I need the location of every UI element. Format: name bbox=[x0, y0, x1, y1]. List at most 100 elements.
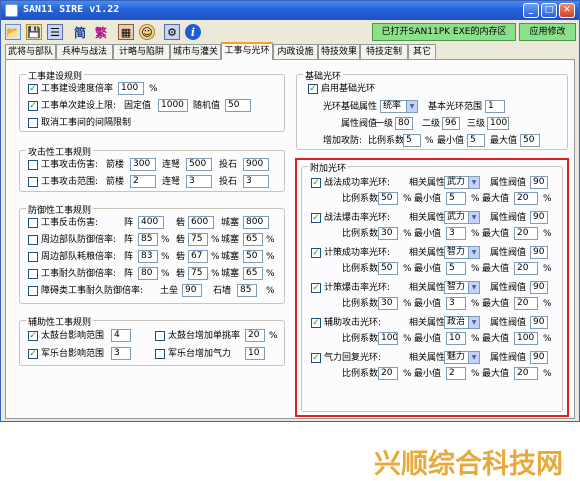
camp-input[interactable]: 400 bbox=[138, 216, 164, 229]
band-range-checkbox[interactable]: ✓ bbox=[28, 349, 38, 359]
tab-generals[interactable]: 武将与部队 bbox=[5, 44, 56, 59]
aura-attr-select[interactable]: 政治 ▼ bbox=[444, 316, 480, 329]
defense-row-checkbox[interactable] bbox=[28, 235, 38, 245]
traditional-chinese-button[interactable]: 繁 bbox=[93, 24, 109, 40]
tab-skill-custom[interactable]: 特技定制 bbox=[360, 44, 408, 59]
threshold-input[interactable]: 90 bbox=[530, 281, 548, 294]
fortress-input[interactable]: 65 bbox=[243, 267, 263, 280]
fort-input[interactable]: 600 bbox=[188, 216, 214, 229]
cancel-interval-checkbox[interactable] bbox=[28, 118, 38, 128]
title-bar[interactable]: SAN11 SIRE v1.22 _ □ ✕ bbox=[1, 1, 579, 20]
aura-attr-select[interactable]: 智力 ▼ bbox=[444, 281, 480, 294]
aura-row-checkbox[interactable]: ✓ bbox=[311, 213, 321, 223]
min-input[interactable]: 3 bbox=[446, 227, 466, 240]
aura-attr-select[interactable]: 武力 ▼ bbox=[444, 176, 480, 189]
ratio-input[interactable]: 100 bbox=[378, 332, 398, 345]
crossbow-range-input[interactable]: 3 bbox=[186, 175, 212, 188]
defense-row-checkbox[interactable] bbox=[28, 252, 38, 262]
camp-input[interactable]: 80 bbox=[138, 267, 158, 280]
min-input[interactable]: 2 bbox=[446, 367, 466, 380]
tab-other[interactable]: 其它 bbox=[408, 44, 436, 59]
ratio-input[interactable]: 20 bbox=[378, 367, 398, 380]
minimize-button[interactable]: _ bbox=[523, 3, 539, 18]
ratio-input[interactable]: 50 bbox=[378, 262, 398, 275]
save-icon[interactable]: 💾 bbox=[26, 24, 42, 40]
aura-row-checkbox[interactable]: ✓ bbox=[311, 248, 321, 258]
tab-constructions[interactable]: 工事与光环 bbox=[221, 42, 273, 60]
threshold-input[interactable]: 90 bbox=[530, 211, 548, 224]
list-icon[interactable]: ☰ bbox=[47, 24, 63, 40]
close-button[interactable]: ✕ bbox=[559, 3, 575, 18]
max-input[interactable]: 50 bbox=[520, 134, 540, 147]
level2-input[interactable]: 96 bbox=[442, 117, 460, 130]
aura-attr-select[interactable]: 武力 ▼ bbox=[444, 211, 480, 224]
min-input[interactable]: 5 bbox=[446, 192, 466, 205]
drum-range-checkbox[interactable]: ✓ bbox=[28, 331, 38, 341]
fortress-input[interactable]: 65 bbox=[243, 233, 263, 246]
limit-checkbox[interactable]: ✓ bbox=[28, 101, 38, 111]
aura-range-input[interactable]: 1 bbox=[485, 100, 505, 113]
open-folder-icon[interactable]: 📂 bbox=[5, 24, 21, 40]
min-input[interactable]: 3 bbox=[446, 297, 466, 310]
fortress-input[interactable]: 800 bbox=[243, 216, 269, 229]
catapult-range-input[interactable]: 3 bbox=[243, 175, 269, 188]
defense-row-checkbox[interactable] bbox=[28, 269, 38, 279]
arrow-damage-input[interactable]: 300 bbox=[130, 158, 156, 171]
drum-morale-input[interactable]: 20 bbox=[245, 329, 265, 342]
max-input[interactable]: 20 bbox=[514, 192, 538, 205]
attack-damage-checkbox[interactable] bbox=[28, 160, 38, 170]
max-input[interactable]: 20 bbox=[514, 297, 538, 310]
stone-wall-input[interactable]: 85 bbox=[237, 284, 257, 297]
drum-range-input[interactable]: 4 bbox=[111, 329, 131, 342]
level1-input[interactable]: 80 bbox=[395, 117, 413, 130]
threshold-input[interactable]: 90 bbox=[530, 246, 548, 259]
threshold-input[interactable]: 90 bbox=[530, 176, 548, 189]
ratio-input[interactable]: 30 bbox=[378, 297, 398, 310]
crossbow-damage-input[interactable]: 500 bbox=[186, 158, 212, 171]
ratio-input[interactable]: 5 bbox=[403, 134, 421, 147]
aura-attr-select[interactable]: 智力 ▼ bbox=[444, 246, 480, 259]
speed-input[interactable]: 100 bbox=[118, 82, 144, 95]
max-input[interactable]: 20 bbox=[514, 367, 538, 380]
fortress-input[interactable]: 50 bbox=[243, 250, 263, 263]
arrow-range-input[interactable]: 2 bbox=[130, 175, 156, 188]
min-input[interactable]: 10 bbox=[446, 332, 466, 345]
speed-checkbox[interactable]: ✓ bbox=[28, 84, 38, 94]
max-input[interactable]: 20 bbox=[514, 227, 538, 240]
camp-input[interactable]: 83 bbox=[138, 250, 158, 263]
tab-facilities[interactable]: 内政设施 bbox=[273, 44, 318, 59]
tab-strategies[interactable]: 计略与陷阱 bbox=[113, 44, 170, 59]
aura-attr-select[interactable]: 魅力 ▼ bbox=[444, 351, 480, 364]
level3-input[interactable]: 100 bbox=[487, 117, 509, 130]
fixed-input[interactable]: 1000 bbox=[158, 99, 188, 112]
band-power-checkbox[interactable] bbox=[155, 349, 165, 359]
band-power-input[interactable]: 10 bbox=[245, 347, 265, 360]
info-icon[interactable]: i bbox=[185, 24, 201, 40]
face-icon[interactable]: ☺ bbox=[139, 24, 155, 40]
threshold-input[interactable]: 90 bbox=[530, 316, 548, 329]
settings-icon[interactable]: ⚙ bbox=[164, 24, 180, 40]
max-input[interactable]: 20 bbox=[514, 262, 538, 275]
fort-input[interactable]: 67 bbox=[188, 250, 208, 263]
simplified-chinese-button[interactable]: 简 bbox=[72, 24, 88, 40]
band-range-input[interactable]: 3 bbox=[111, 347, 131, 360]
ratio-input[interactable]: 50 bbox=[378, 192, 398, 205]
defense-row-checkbox[interactable] bbox=[28, 218, 38, 228]
ratio-input[interactable]: 30 bbox=[378, 227, 398, 240]
maximize-button[interactable]: □ bbox=[541, 3, 557, 18]
tab-cities[interactable]: 城市与灌关 bbox=[170, 44, 221, 59]
tab-skill-effects[interactable]: 特技效果 bbox=[318, 44, 360, 59]
drum-morale-checkbox[interactable] bbox=[155, 331, 165, 341]
chart-icon[interactable]: ▦ bbox=[118, 24, 134, 40]
fort-input[interactable]: 75 bbox=[188, 233, 208, 246]
min-input[interactable]: 5 bbox=[446, 262, 466, 275]
min-input[interactable]: 5 bbox=[467, 134, 485, 147]
max-input[interactable]: 100 bbox=[514, 332, 538, 345]
aura-row-checkbox[interactable]: ✓ bbox=[311, 178, 321, 188]
attack-range-checkbox[interactable] bbox=[28, 177, 38, 187]
apply-changes-button[interactable]: 应用修改 bbox=[519, 23, 576, 41]
basic-aura-checkbox[interactable]: ✓ bbox=[308, 84, 318, 94]
fort-input[interactable]: 75 bbox=[188, 267, 208, 280]
earth-wall-input[interactable]: 90 bbox=[182, 284, 202, 297]
aura-row-checkbox[interactable]: ✓ bbox=[311, 283, 321, 293]
